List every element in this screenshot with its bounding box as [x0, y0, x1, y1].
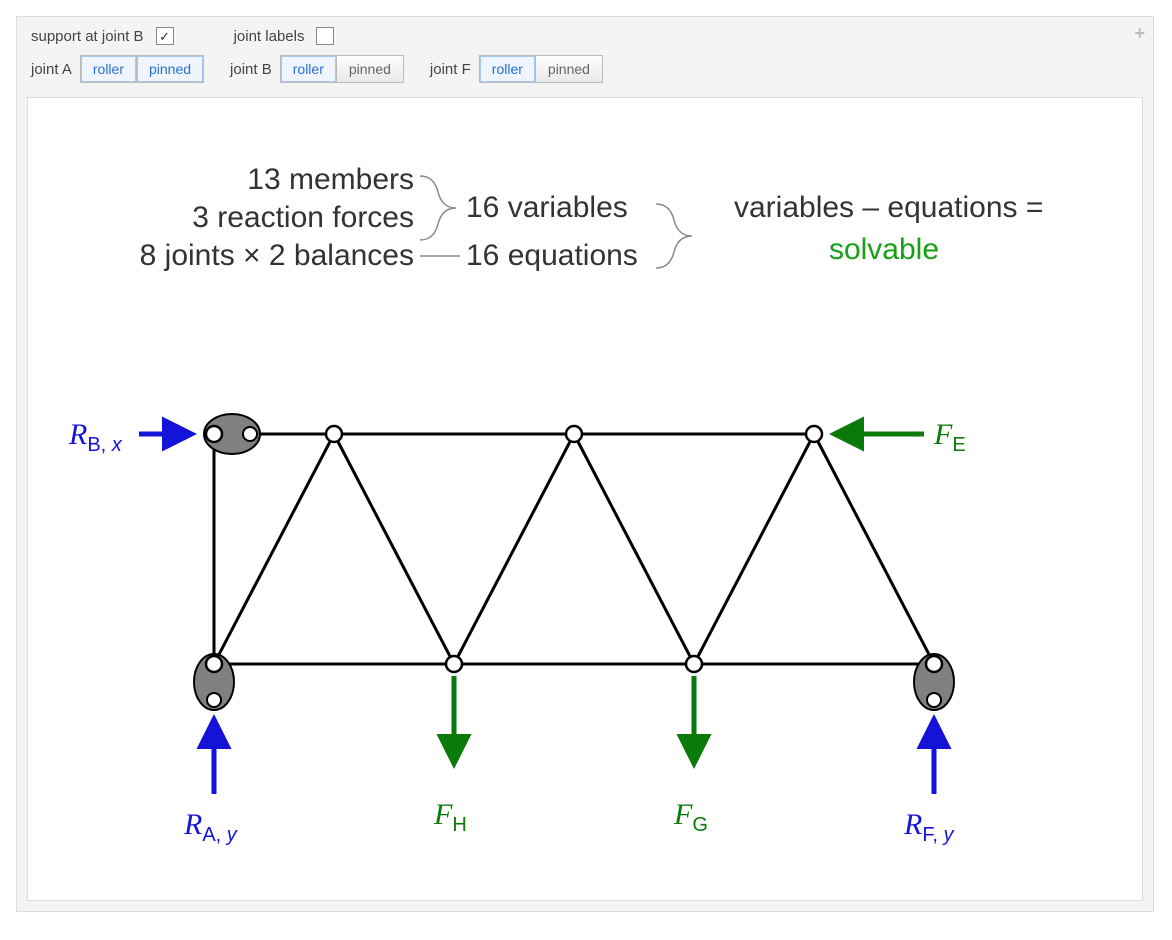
controls-area: support at joint B joint labels joint A …: [17, 17, 1153, 97]
joint-labels-label: joint labels: [234, 28, 305, 45]
joint-a-toggle: roller pinned: [80, 55, 204, 83]
joint-f-toggle: roller pinned: [479, 55, 603, 83]
joint-b-label: joint B: [230, 61, 272, 78]
result-text: solvable: [829, 233, 939, 266]
joint-labels-checkbox[interactable]: [316, 27, 334, 45]
joint-f-roller-button[interactable]: roller: [480, 56, 535, 82]
fg-label: FG: [673, 798, 708, 836]
joint-f-pinned-button[interactable]: pinned: [535, 56, 602, 82]
joint-a-label: joint A: [31, 61, 72, 78]
joints: [206, 426, 942, 672]
demo-panel: + support at joint B joint labels joint …: [16, 16, 1154, 912]
ray-label: RA, y: [183, 808, 238, 846]
joint-b-toggle: roller pinned: [280, 55, 404, 83]
members-text: 13 members: [247, 163, 414, 196]
fh-label: FH: [433, 798, 467, 836]
joint-a-pinned-button[interactable]: pinned: [136, 56, 203, 82]
variables-text: 16 variables: [466, 191, 628, 224]
reactions-text: 3 reaction forces: [192, 201, 414, 234]
summary-block: 13 members 3 reaction forces 8 joints × …: [140, 163, 1044, 272]
joint-b-pinned-button[interactable]: pinned: [336, 56, 403, 82]
equations-text: 16 equations: [466, 239, 638, 272]
expand-icon[interactable]: +: [1134, 23, 1145, 44]
brace-right-icon: [656, 204, 692, 268]
truss-members: [214, 434, 934, 664]
joint-f-label: joint F: [430, 61, 471, 78]
support-b-label: support at joint B: [31, 28, 144, 45]
vars-minus-eq-text: variables – equations =: [734, 191, 1043, 224]
brace-upper-icon: [420, 176, 456, 240]
rbx-label: RB, x: [68, 418, 123, 456]
joints-text: 8 joints × 2 balances: [140, 239, 414, 272]
truss-diagram: RB, x RA, y RF, y FE FH FG: [68, 414, 966, 846]
support-b-checkbox[interactable]: [156, 27, 174, 45]
diagram-canvas: 13 members 3 reaction forces 8 joints × …: [27, 97, 1143, 901]
joint-b-roller-button[interactable]: roller: [281, 56, 336, 82]
rfy-label: RF, y: [903, 808, 954, 846]
fe-label: FE: [933, 418, 966, 456]
joint-a-roller-button[interactable]: roller: [81, 56, 136, 82]
